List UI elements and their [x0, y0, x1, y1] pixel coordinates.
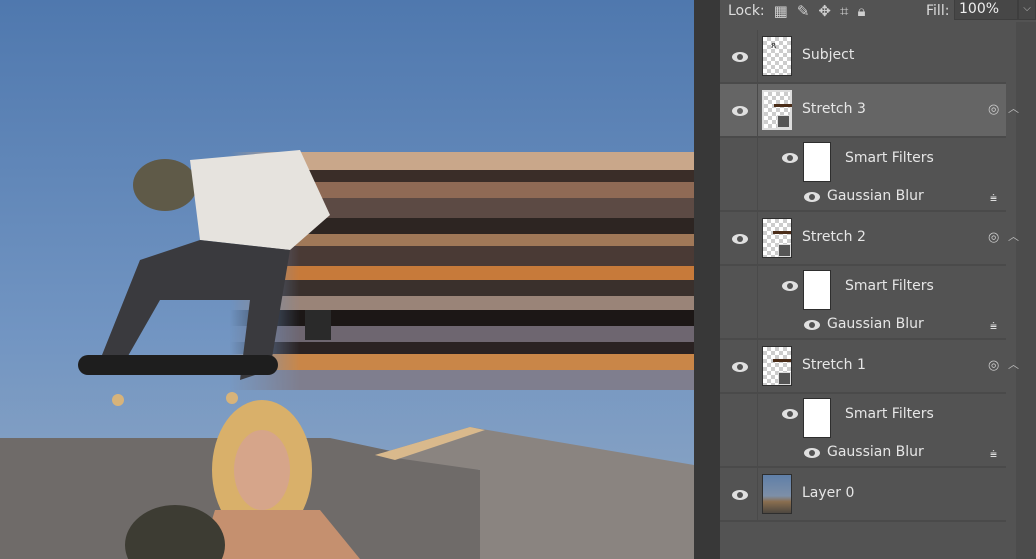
photo-skater-composite — [0, 0, 694, 559]
lock-all-icon[interactable]: 🔒︎ — [857, 2, 865, 20]
filter-blending-options-icon[interactable]: ⩧ — [990, 191, 1004, 205]
filter-name[interactable]: Gaussian Blur — [827, 444, 924, 460]
layer-row-stretch-3[interactable]: Stretch 3 ◎ — [720, 84, 1006, 138]
smart-object-badge-icon — [778, 372, 791, 385]
panel-right-gutter — [1016, 22, 1036, 559]
smart-filters-row[interactable]: Smart Filters Gaussian Blur ⩧ — [720, 394, 1006, 468]
visibility-eye-icon[interactable] — [732, 106, 748, 116]
layer-thumbnail: ጸ — [762, 36, 792, 76]
layer-row-stretch-2[interactable]: Stretch 2 ◎ — [720, 212, 1006, 266]
filter-name[interactable]: Gaussian Blur — [827, 188, 924, 204]
lock-artboard-icon[interactable]: ⌗ — [840, 2, 848, 20]
smart-object-thumbnail — [762, 90, 792, 130]
filter-mask-thumbnail — [803, 142, 831, 182]
filter-eye-icon[interactable] — [804, 448, 820, 458]
layers-panel: Lock: ▦ ✎ ✥ ⌗ 🔒︎ Fill: 100% ⌵ ጸ Subject … — [720, 0, 1036, 559]
smart-object-badge-icon — [777, 115, 790, 128]
layer-name: Stretch 3 — [802, 101, 866, 117]
smart-filters-eye-icon[interactable] — [782, 153, 798, 163]
visibility-eye-icon[interactable] — [732, 490, 748, 500]
lock-brush-icon[interactable]: ✎ — [797, 2, 810, 20]
smart-object-thumbnail — [762, 346, 792, 386]
smart-filters-label: Smart Filters — [845, 278, 934, 294]
filter-mask-thumbnail — [803, 398, 831, 438]
smart-filters-row[interactable]: Smart Filters Gaussian Blur ⩧ — [720, 138, 1006, 212]
smart-object-badge-icon — [778, 244, 791, 257]
blend-if-icon: ◎ — [988, 102, 1000, 117]
filter-name[interactable]: Gaussian Blur — [827, 316, 924, 332]
collapse-caret-icon[interactable]: ︿ — [1008, 228, 1019, 244]
layer-thumbnail — [762, 474, 792, 514]
fill-dropdown-chevron-icon[interactable]: ⌵ — [1018, 0, 1036, 20]
layer-name: Stretch 2 — [802, 229, 866, 245]
layer-row-stretch-1[interactable]: Stretch 1 ◎ — [720, 340, 1006, 394]
lock-label: Lock: — [728, 3, 765, 19]
smart-filters-eye-icon[interactable] — [782, 281, 798, 291]
filter-blending-options-icon[interactable]: ⩧ — [990, 319, 1004, 333]
lock-move-icon[interactable]: ✥ — [818, 2, 831, 20]
smart-filters-eye-icon[interactable] — [782, 409, 798, 419]
smart-object-thumbnail — [762, 218, 792, 258]
filter-eye-icon[interactable] — [804, 192, 820, 202]
document-canvas[interactable] — [0, 0, 694, 559]
visibility-eye-icon[interactable] — [732, 52, 748, 62]
layer-name: Subject — [802, 47, 855, 63]
lock-transparent-icon[interactable]: ▦ — [774, 2, 788, 20]
visibility-eye-icon[interactable] — [732, 234, 748, 244]
blend-if-icon: ◎ — [988, 358, 1000, 373]
filter-mask-thumbnail — [803, 270, 831, 310]
filter-blending-options-icon[interactable]: ⩧ — [990, 447, 1004, 461]
layer-row-layer-0[interactable]: Layer 0 — [720, 468, 1006, 522]
fill-input[interactable]: 100% — [954, 0, 1018, 20]
layer-row-subject[interactable]: ጸ Subject — [720, 30, 1006, 84]
smart-filters-label: Smart Filters — [845, 150, 934, 166]
visibility-eye-icon[interactable] — [732, 362, 748, 372]
collapse-caret-icon[interactable]: ︿ — [1008, 356, 1019, 372]
smart-filters-label: Smart Filters — [845, 406, 934, 422]
blend-if-icon: ◎ — [988, 230, 1000, 245]
layer-name: Layer 0 — [802, 485, 855, 501]
fill-label: Fill: — [926, 3, 950, 19]
filter-eye-icon[interactable] — [804, 320, 820, 330]
lock-bar: Lock: ▦ ✎ ✥ ⌗ 🔒︎ Fill: 100% ⌵ — [720, 0, 1036, 22]
smart-filters-row[interactable]: Smart Filters Gaussian Blur ⩧ — [720, 266, 1006, 340]
collapse-caret-icon[interactable]: ︿ — [1008, 100, 1019, 116]
layer-name: Stretch 1 — [802, 357, 866, 373]
